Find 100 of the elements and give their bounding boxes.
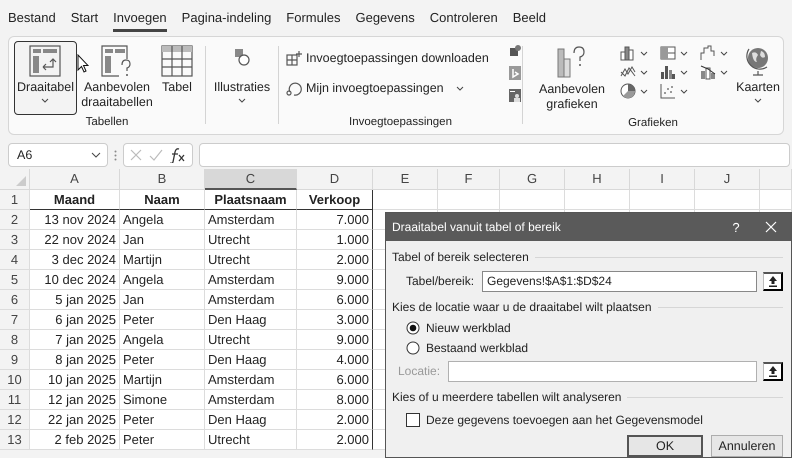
treemap-chart-icon[interactable] bbox=[660, 45, 676, 61]
ribbon-button[interactable]: Invoegtoepassingen downloaden bbox=[284, 47, 491, 69]
row-header[interactable]: 2 bbox=[0, 210, 30, 230]
row-header[interactable]: 3 bbox=[0, 230, 30, 250]
function-icon[interactable] bbox=[169, 147, 187, 163]
ribbon-tab[interactable]: Controleren bbox=[430, 4, 498, 32]
combo-chart-icon[interactable] bbox=[700, 64, 716, 80]
row-header[interactable]: 8 bbox=[0, 330, 30, 350]
table-cell bbox=[760, 190, 792, 210]
group-label: Invoegtoepassingen bbox=[348, 115, 453, 129]
table-cell: Martijn bbox=[120, 370, 205, 390]
table-cell bbox=[630, 190, 695, 210]
range-select-button[interactable] bbox=[763, 362, 783, 380]
corner-cell[interactable] bbox=[0, 169, 30, 190]
table-cell: Utrecht bbox=[205, 250, 297, 270]
input-field[interactable]: Gegevens!$A$1:$D$24 bbox=[482, 270, 757, 292]
row-header[interactable]: 11 bbox=[0, 390, 30, 410]
radio-button[interactable] bbox=[406, 321, 420, 335]
help-button[interactable]: ? bbox=[721, 218, 751, 236]
ribbon-tab[interactable]: Pagina-indeling bbox=[182, 4, 272, 32]
caret-icon[interactable] bbox=[640, 88, 648, 94]
radio-button[interactable] bbox=[406, 341, 420, 355]
row-header[interactable]: 5 bbox=[0, 270, 30, 290]
column-chart-icon[interactable] bbox=[620, 45, 636, 61]
ribbon-button[interactable]: Illustraties bbox=[211, 41, 273, 115]
caret-icon[interactable] bbox=[720, 70, 728, 74]
caret-icon[interactable] bbox=[680, 70, 688, 74]
column-header[interactable]: G bbox=[500, 169, 565, 190]
table-cell: Den Haag bbox=[205, 350, 297, 370]
pivot-table-question-icon[interactable] bbox=[100, 45, 133, 77]
input-field[interactable] bbox=[448, 360, 757, 382]
dialog-button[interactable]: Annuleren bbox=[711, 435, 783, 457]
check-icon[interactable] bbox=[149, 148, 163, 162]
radio-label[interactable]: Nieuw werkblad bbox=[426, 321, 511, 335]
pie-chart-icon[interactable] bbox=[620, 83, 636, 99]
row-header[interactable]: 1 bbox=[0, 190, 30, 210]
caret-icon[interactable] bbox=[41, 98, 50, 103]
column-header[interactable]: C bbox=[205, 169, 297, 190]
scatter-chart-icon[interactable] bbox=[660, 83, 676, 99]
table-cell: Amsterdam bbox=[205, 370, 297, 390]
ribbon-tab[interactable]: Beeld bbox=[512, 4, 546, 32]
pivot-table-icon[interactable] bbox=[29, 45, 62, 77]
ribbon-tab[interactable]: Start bbox=[70, 4, 98, 32]
caret-icon[interactable] bbox=[640, 50, 648, 56]
radio-label[interactable]: Bestaand werkblad bbox=[426, 341, 528, 355]
caret-icon[interactable] bbox=[238, 98, 246, 103]
ribbon-tab[interactable]: Bestand bbox=[8, 4, 56, 32]
ribbon-tab[interactable]: Formules bbox=[286, 4, 340, 32]
caret-icon[interactable] bbox=[456, 86, 464, 90]
ribbon-button[interactable]: Aanbevolen grafieken bbox=[528, 41, 616, 116]
ribbon-button[interactable]: Mijn invoegtoepassingen bbox=[284, 77, 491, 99]
waterfall-chart-icon[interactable] bbox=[700, 45, 716, 61]
column-header[interactable]: D bbox=[297, 169, 373, 190]
add-grid-icon[interactable] bbox=[286, 50, 302, 66]
table-cell: 2.000 bbox=[297, 250, 373, 270]
range-select-button[interactable] bbox=[763, 272, 783, 290]
dialog-button[interactable]: OK bbox=[627, 435, 703, 457]
table-cell: 2.000 bbox=[297, 430, 373, 450]
table-cell: Maand bbox=[30, 190, 120, 210]
table-cell: Den Haag bbox=[205, 310, 297, 330]
ring-icon[interactable] bbox=[286, 80, 302, 96]
ribbon-tab[interactable]: Gegevens bbox=[355, 4, 415, 32]
caret-icon[interactable] bbox=[680, 50, 688, 56]
caret-icon[interactable] bbox=[640, 70, 648, 74]
name-box[interactable]: A6 bbox=[8, 143, 108, 167]
caret-icon[interactable] bbox=[720, 50, 728, 56]
statistic-chart-icon[interactable] bbox=[660, 64, 676, 80]
checkbox-label[interactable]: Deze gegevens toevoegen aan het Gegevensmodel bbox=[426, 413, 703, 427]
ribbon-button[interactable]: Kaarten bbox=[738, 41, 778, 116]
row-header[interactable]: 9 bbox=[0, 350, 30, 370]
column-header[interactable]: E bbox=[373, 169, 438, 190]
caret-icon[interactable] bbox=[91, 152, 101, 158]
ribbon-button[interactable]: Draaitabel bbox=[14, 41, 77, 115]
puzzle-icon[interactable] bbox=[508, 45, 521, 57]
column-header[interactable]: B bbox=[120, 169, 205, 190]
column-header[interactable]: F bbox=[438, 169, 500, 190]
row-header[interactable]: 12 bbox=[0, 410, 30, 430]
formula-field[interactable] bbox=[199, 143, 790, 167]
column-header[interactable]: I bbox=[630, 169, 695, 190]
row-header[interactable]: 6 bbox=[0, 290, 30, 310]
column-header[interactable]: A bbox=[30, 169, 120, 190]
column-header[interactable]: J bbox=[695, 169, 760, 190]
table-cell: 6.000 bbox=[297, 290, 373, 310]
table-cell bbox=[500, 190, 565, 210]
close-icon[interactable] bbox=[765, 221, 777, 233]
caret-icon[interactable] bbox=[754, 98, 762, 103]
table-icon[interactable] bbox=[160, 45, 193, 77]
row-header[interactable]: 13 bbox=[0, 430, 30, 450]
group-label: Grafieken bbox=[627, 116, 679, 130]
row-header[interactable]: 10 bbox=[0, 370, 30, 390]
checkbox[interactable] bbox=[406, 413, 420, 427]
ribbon-tab[interactable]: Invoegen bbox=[113, 4, 167, 32]
ribbon-button[interactable]: Aanbevolen draaitabellen bbox=[80, 41, 153, 115]
ribbon-button[interactable]: Tabel bbox=[156, 41, 197, 115]
row-header[interactable]: 4 bbox=[0, 250, 30, 270]
caret-icon[interactable] bbox=[680, 88, 688, 94]
row-header[interactable]: 7 bbox=[0, 310, 30, 330]
person-board-icon[interactable] bbox=[508, 89, 521, 102]
play-icon[interactable] bbox=[508, 66, 521, 80]
column-header[interactable]: H bbox=[565, 169, 630, 190]
